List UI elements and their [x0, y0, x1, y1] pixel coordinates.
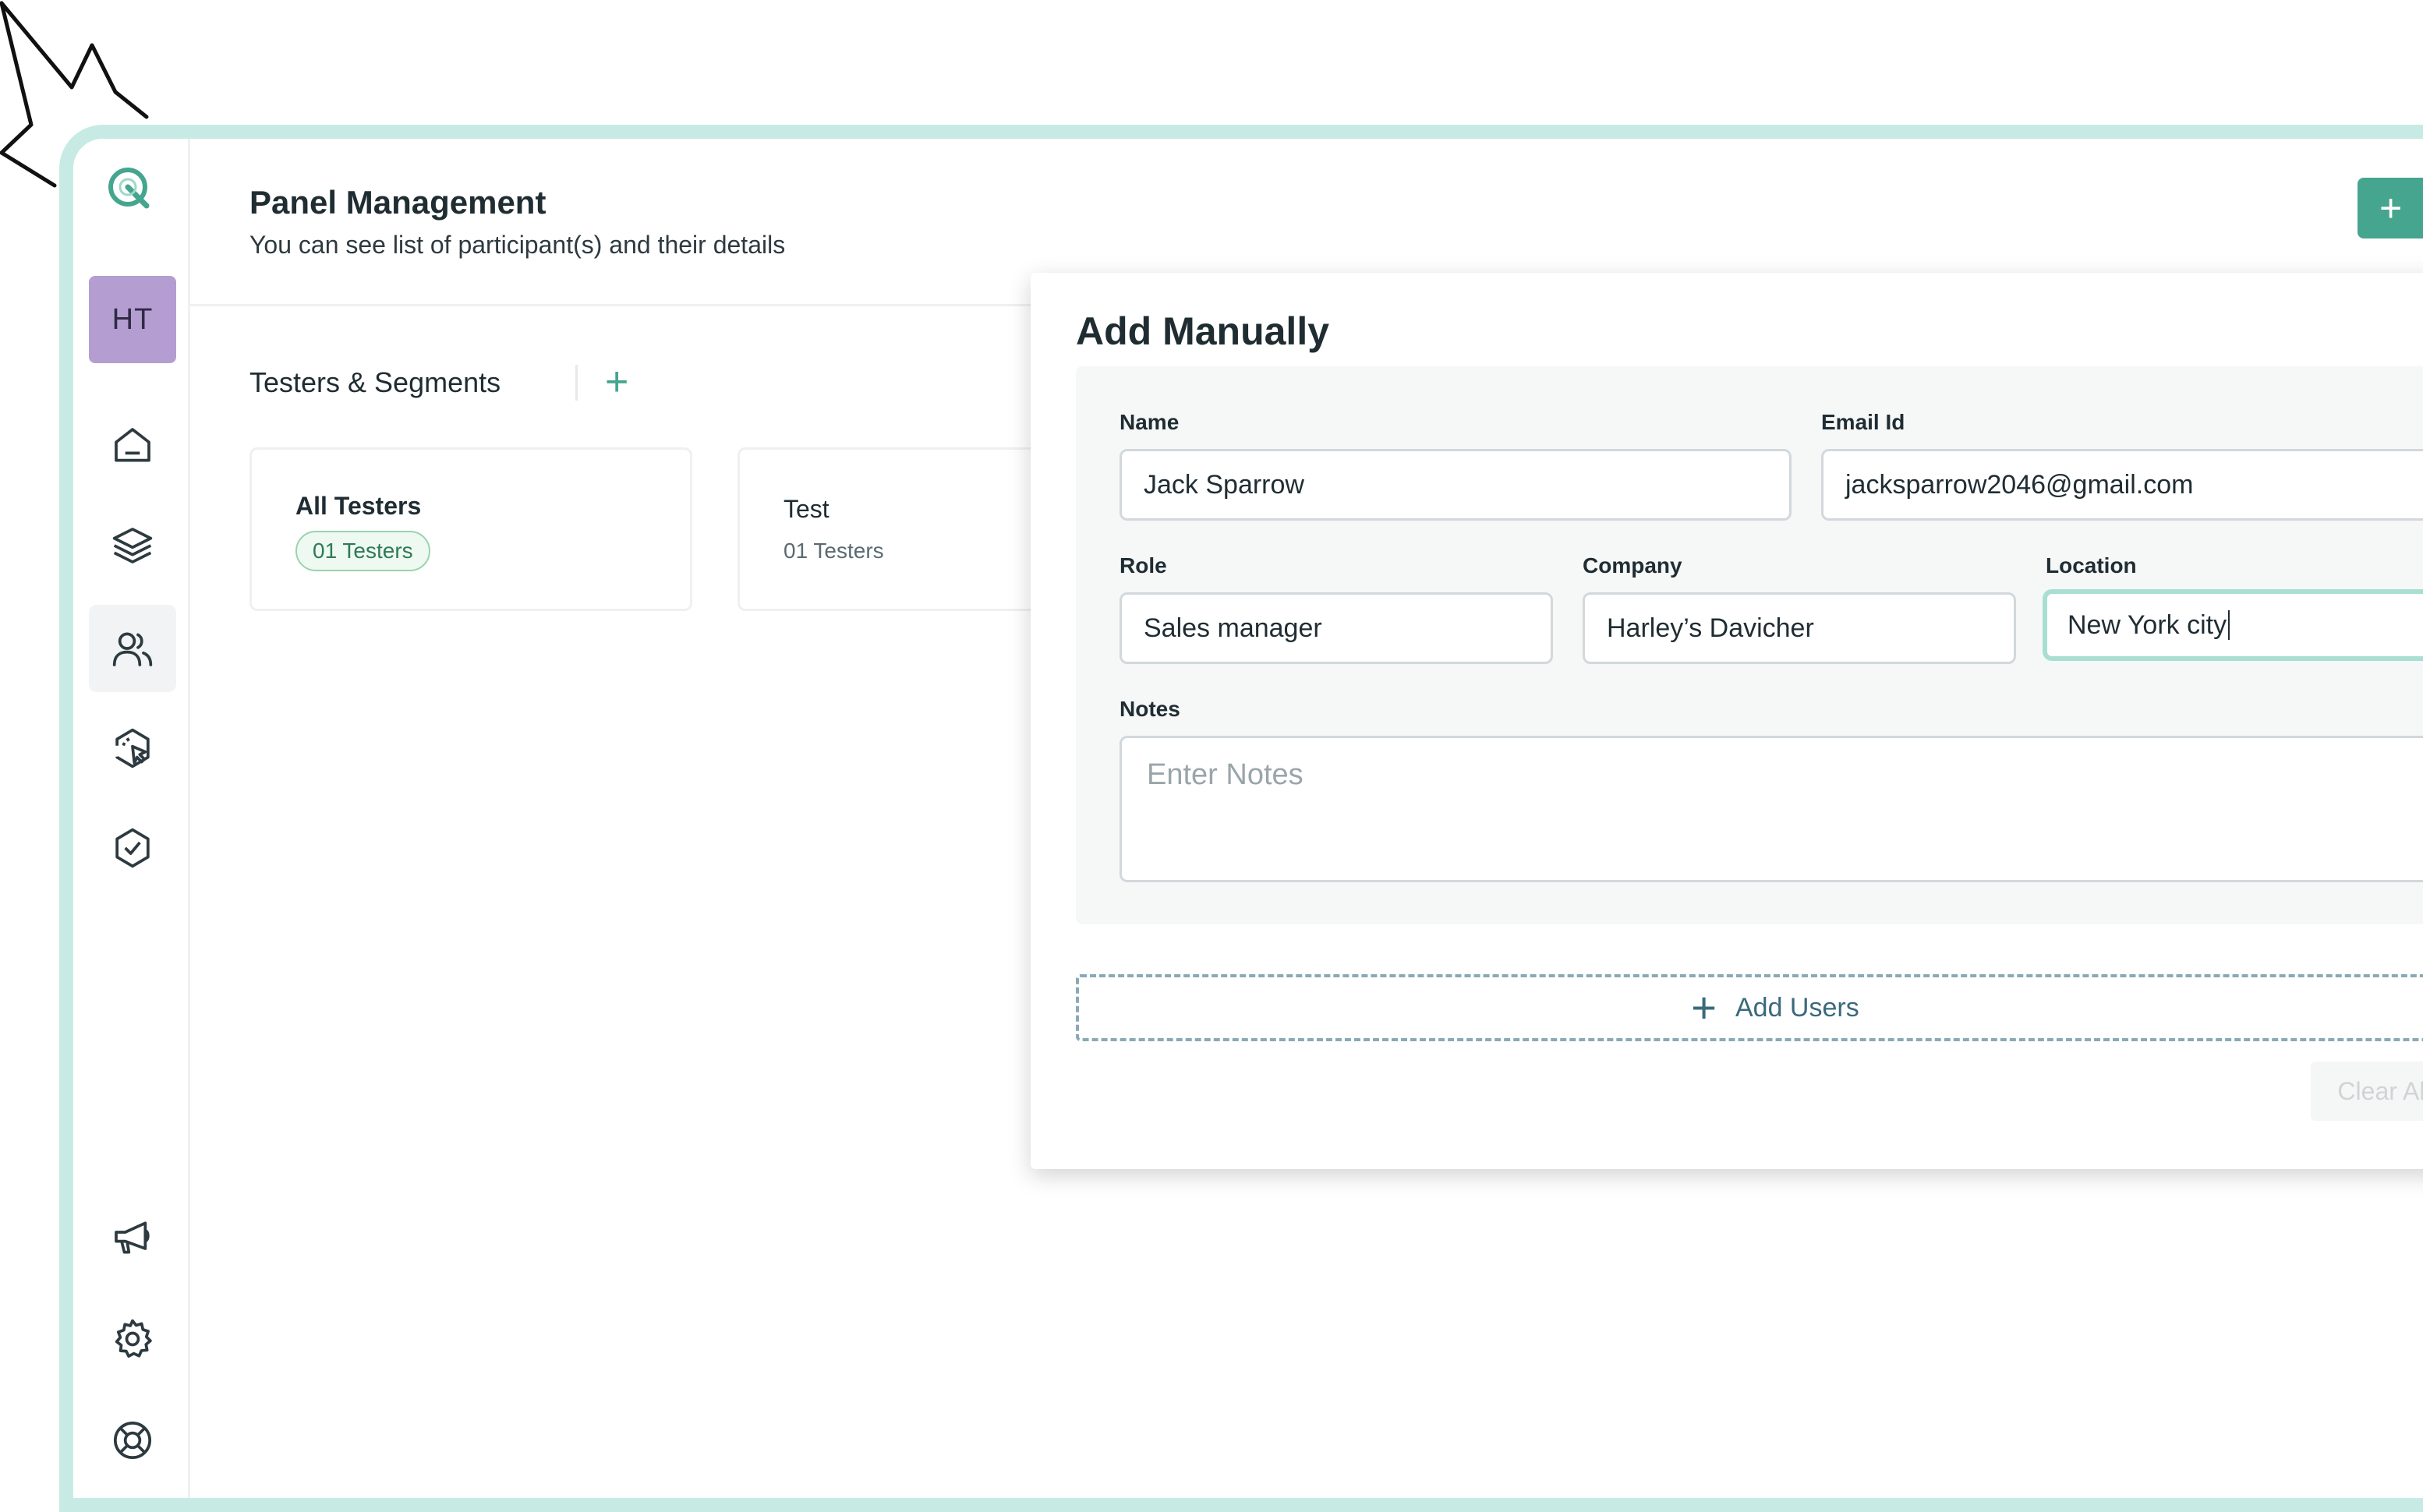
sidebar: HT — [73, 139, 190, 1498]
app-frame: HT Panel Management You can see list of … — [59, 125, 2423, 1512]
page-title: Panel Management — [249, 184, 547, 221]
sidebar-item-support[interactable] — [101, 1409, 164, 1471]
location-label: Location — [2046, 553, 2137, 578]
email-input[interactable]: jacksparrow2046@gmail.com — [1821, 449, 2423, 521]
add-users-label: Add Users — [1735, 992, 1859, 1023]
gear-icon — [115, 1319, 152, 1358]
segment-card-name: Test — [783, 495, 829, 523]
megaphone-icon — [115, 1221, 150, 1254]
home-icon — [115, 428, 150, 462]
role-label: Role — [1120, 553, 1167, 578]
add-users-button[interactable]: + Add Users — [1076, 974, 2423, 1041]
add-manually-modal: Add Manually Name Jack Sparrow Email Id … — [1031, 273, 2423, 1169]
modal-title: Add Manually — [1076, 309, 1330, 353]
verified-badge-icon — [115, 828, 150, 868]
segment-card-test[interactable]: Test 01 Testers — [738, 447, 1049, 611]
add-segment-button[interactable]: + — [605, 359, 628, 405]
name-input[interactable]: Jack Sparrow — [1120, 449, 1792, 521]
header-divider — [190, 304, 1126, 306]
tester-count: 01 Testers — [783, 539, 884, 563]
users-icon — [112, 632, 153, 666]
logo-icon[interactable] — [104, 164, 154, 214]
sidebar-item-announcements[interactable] — [101, 1206, 164, 1269]
user-form: Name Jack Sparrow Email Id jacksparrow20… — [1076, 366, 2423, 924]
add-participant-button[interactable]: + — [2358, 178, 2423, 238]
name-value: Jack Sparrow — [1144, 469, 1304, 500]
email-value: jacksparrow2046@gmail.com — [1845, 469, 2194, 500]
sidebar-item-testers[interactable] — [89, 605, 176, 692]
plus-icon: + — [2379, 186, 2403, 230]
notes-textarea[interactable]: Enter Notes — [1120, 736, 2423, 882]
sidebar-item-tests[interactable] — [101, 717, 164, 779]
sidebar-item-home[interactable] — [101, 415, 164, 477]
company-label: Company — [1583, 553, 1682, 578]
layers-icon — [112, 528, 153, 563]
notes-placeholder: Enter Notes — [1147, 758, 1303, 791]
plus-icon: + — [605, 359, 629, 404]
role-input[interactable]: Sales manager — [1120, 592, 1553, 664]
plus-icon: + — [1691, 983, 1717, 1032]
page-subtitle: You can see list of participant(s) and t… — [249, 231, 786, 259]
company-value: Harley’s Davicher — [1607, 613, 1814, 643]
company-input[interactable]: Harley’s Davicher — [1583, 592, 2016, 664]
sidebar-item-layers[interactable] — [101, 514, 164, 577]
text-caret — [2228, 610, 2230, 640]
role-value: Sales manager — [1144, 613, 1322, 643]
sidebar-item-verified[interactable] — [101, 817, 164, 879]
segment-card-name: All Testers — [295, 492, 422, 520]
user-avatar[interactable]: HT — [89, 276, 176, 363]
segments-title: Testers & Segments — [249, 366, 501, 398]
clear-all-label: Clear All — [2337, 1076, 2423, 1105]
avatar-initials: HT — [111, 302, 154, 336]
name-label: Name — [1120, 410, 1180, 434]
segments-divider — [575, 365, 578, 401]
sidebar-item-settings[interactable] — [101, 1308, 164, 1370]
clear-all-button[interactable]: Clear All — [2311, 1062, 2423, 1121]
lifebuoy-icon — [113, 1421, 152, 1460]
email-label: Email Id — [1821, 410, 1905, 434]
notes-label: Notes — [1120, 697, 1180, 721]
location-input[interactable]: New York city — [2043, 589, 2423, 661]
segment-card-all-testers[interactable]: All Testers 01 Testers — [249, 447, 692, 611]
location-value: New York city — [2068, 609, 2227, 640]
cursor-click-icon — [115, 728, 150, 768]
tester-count-badge: 01 Testers — [295, 531, 430, 571]
